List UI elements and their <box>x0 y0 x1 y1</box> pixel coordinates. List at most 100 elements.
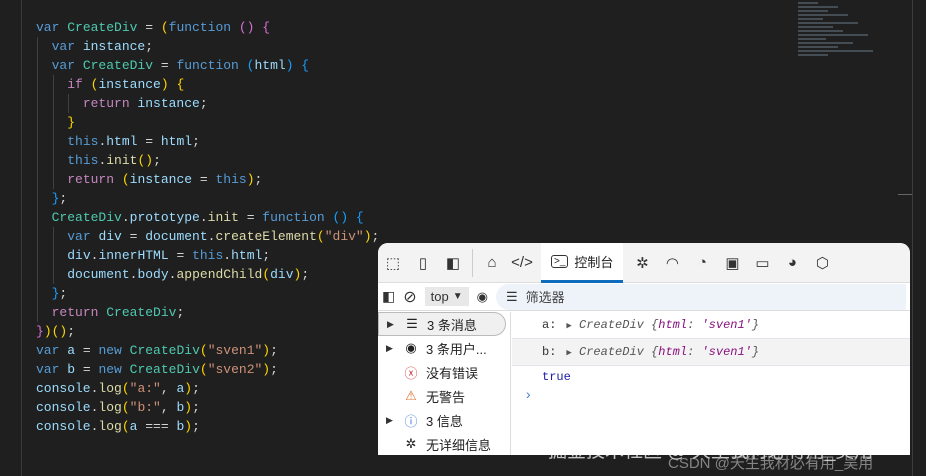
code-token: CreateDiv <box>129 362 200 377</box>
indent-guide <box>52 246 54 265</box>
object-class: CreateDiv <box>579 345 644 359</box>
code-token: console <box>36 400 91 415</box>
code-token: ; <box>192 400 200 415</box>
expand-arrow-icon: ▶ <box>386 414 393 425</box>
elements-icon[interactable]: </> <box>507 248 537 278</box>
code-token: = <box>75 362 99 377</box>
code-token: log <box>98 381 122 396</box>
code-token: div <box>270 267 294 282</box>
code-token: CreateDiv <box>129 343 200 358</box>
code-token: ; <box>192 134 200 149</box>
sidebar-item-messages[interactable]: ▶ ☰ 3 条消息 <box>378 312 506 336</box>
context-select[interactable]: top ▼ <box>424 287 469 306</box>
code-token: . <box>199 210 208 225</box>
code-token: () { <box>238 20 271 35</box>
code-token: var <box>36 20 68 35</box>
indent-guide <box>37 170 38 189</box>
log-result: true <box>542 370 571 384</box>
code-line: if (instance) { <box>36 75 379 94</box>
code-line: this.html = html; <box>36 132 379 151</box>
code-token: ; <box>176 305 185 320</box>
console-toolbar: ◧ ⊘ top ▼ ◉ ☰ 筛选器 <box>378 283 910 311</box>
live-expression-eye-icon[interactable]: ◉ <box>477 289 488 305</box>
console-prompt[interactable]: › <box>512 388 910 404</box>
bug-icon[interactable]: ✲ <box>627 248 657 278</box>
wifi-icon[interactable]: ◠ <box>657 248 687 278</box>
editor-scrollbar[interactable] <box>912 0 913 476</box>
performance-icon[interactable]: ◔ <box>687 248 717 278</box>
inspect-element-icon[interactable]: ⬚ <box>378 248 408 278</box>
code-token: ; <box>371 229 380 244</box>
code-token: div <box>98 229 122 244</box>
tab-console[interactable]: >_ 控制台 <box>541 243 624 283</box>
object-value: 'sven1' <box>701 345 752 359</box>
code-token: "div" <box>324 229 364 244</box>
sidebar-item-info[interactable]: ▶ ⓘ 3 信息 <box>378 408 510 432</box>
memory-chip-icon[interactable]: ▣ <box>717 248 747 278</box>
code-line: var a = new CreateDiv("sven1"); <box>36 341 379 360</box>
code-line: console.log("a:", a); <box>36 379 379 398</box>
indent-guide <box>52 170 54 189</box>
indent-guide <box>37 189 38 208</box>
cube-icon[interactable]: ⬡ <box>807 248 837 278</box>
code-token: instance <box>137 96 200 111</box>
log-label: a: <box>542 318 557 332</box>
indent-guide <box>21 0 22 476</box>
code-line: div.innerHTML = this.html; <box>36 246 379 265</box>
user-icon: ◉ <box>405 340 417 355</box>
code-token: prototype <box>129 210 200 225</box>
sidebar-item-warnings[interactable]: ⚠ 无警告 <box>378 384 510 408</box>
log-row[interactable]: b: ▶ CreateDiv {html: 'sven1'} <box>512 339 910 366</box>
code-token: ; <box>153 153 161 168</box>
code-token: , <box>160 381 177 396</box>
device-emulation-icon[interactable]: ▯ <box>408 248 438 278</box>
code-line: var instance; <box>36 37 379 56</box>
object-class: CreateDiv <box>579 318 644 332</box>
code-token: return <box>67 172 122 187</box>
code-token: "sven2" <box>207 362 263 377</box>
code-editor[interactable]: var CreateDiv = (function () { var insta… <box>36 18 379 436</box>
code-token: "b:" <box>129 400 161 415</box>
application-icon[interactable]: ▭ <box>747 248 777 278</box>
object-preview[interactable]: ▶ CreateDiv {html: 'sven1'} <box>566 318 759 332</box>
code-token: } <box>67 115 76 130</box>
code-token: a <box>67 343 76 358</box>
divider <box>472 248 473 277</box>
code-token: ) <box>184 419 193 434</box>
code-token: = <box>153 58 177 73</box>
code-token: var <box>51 58 83 73</box>
code-token: var <box>51 39 83 54</box>
filter-input[interactable]: ☰ 筛选器 <box>495 283 906 310</box>
console-sidebar: ▶ ☰ 3 条消息 ▶ ◉ 3 条用户... ⓧ 没有错误 ⚠ 无警告 ▶ ⓘ 3 信息 ✲ 无详… <box>378 312 511 455</box>
log-row[interactable]: a: ▶ CreateDiv {html: 'sven1'} <box>512 312 910 339</box>
sidebar-item-user-messages[interactable]: ▶ ◉ 3 条用户... <box>378 336 510 360</box>
console-output: a: ▶ CreateDiv {html: 'sven1'} b: ▶ Create… <box>512 312 910 404</box>
code-token: ; <box>67 324 76 339</box>
code-token: ( <box>262 267 271 282</box>
code-token: . <box>223 248 232 263</box>
indent-guide <box>37 113 38 132</box>
pie-chart-icon[interactable]: ◕ <box>777 248 807 278</box>
code-token: document <box>67 267 130 282</box>
code-token: = <box>137 134 161 149</box>
home-icon[interactable]: ⌂ <box>477 248 507 278</box>
code-line: var CreateDiv = function (html) { <box>36 56 379 75</box>
code-line: console.log("b:", b); <box>36 398 379 417</box>
indent-guide <box>37 246 38 265</box>
sidebar-item-verbose[interactable]: ✲ 无详细信息 <box>378 432 510 455</box>
code-token: () { <box>332 210 364 225</box>
indent-guide <box>37 94 38 113</box>
dock-sidebar-icon[interactable]: ◧ <box>438 248 468 278</box>
indent-guide <box>37 227 38 246</box>
clear-console-icon[interactable]: ⊘ <box>403 287 416 307</box>
code-token: createElement <box>215 229 317 244</box>
sidebar-toggle-icon[interactable]: ◧ <box>382 288 395 305</box>
code-token: document <box>145 229 208 244</box>
code-token: ( <box>121 381 130 396</box>
object-preview[interactable]: ▶ CreateDiv {html: 'sven1'} <box>566 345 759 359</box>
code-token: () <box>137 153 154 168</box>
sidebar-item-errors[interactable]: ⓧ 没有错误 <box>378 360 510 384</box>
code-token: init <box>106 153 138 168</box>
code-token: ) { <box>160 77 185 92</box>
minimap[interactable] <box>798 0 878 80</box>
